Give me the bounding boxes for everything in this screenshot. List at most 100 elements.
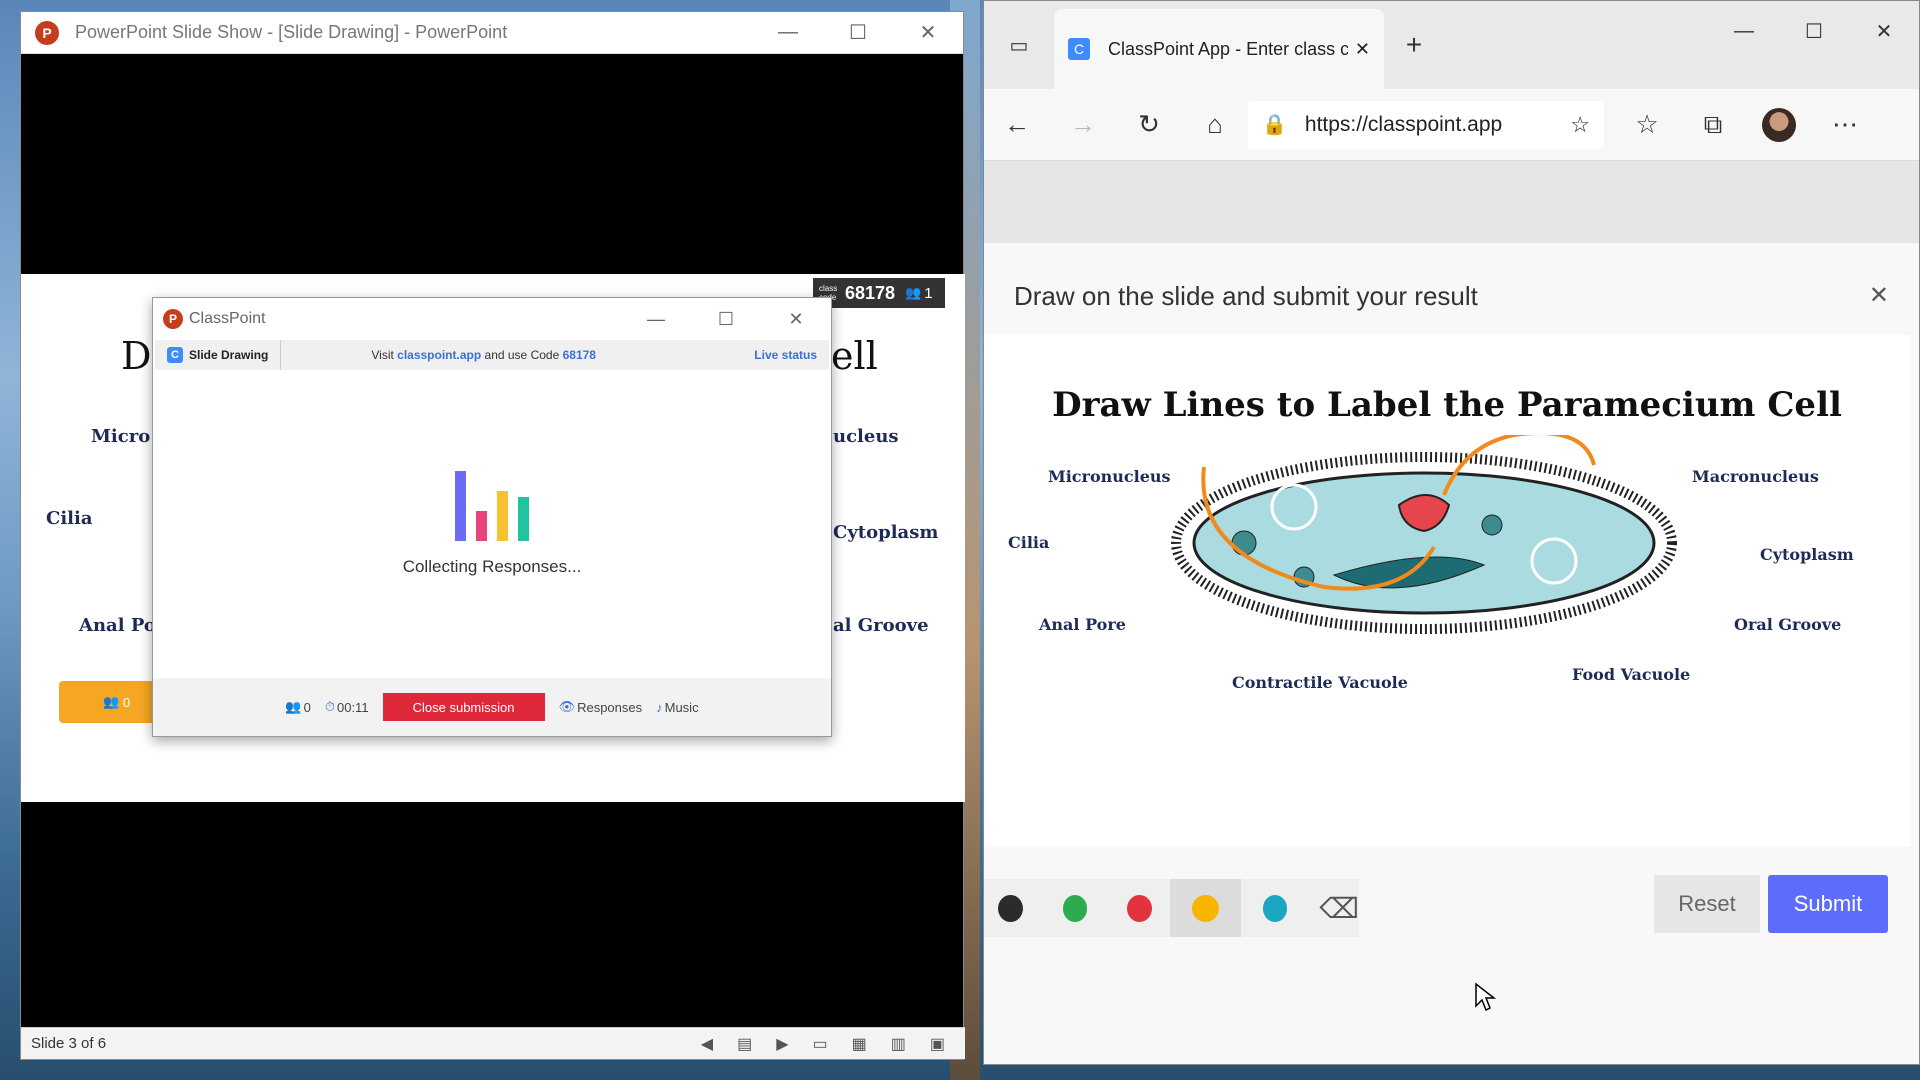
minimize-button[interactable]: —: [753, 12, 823, 53]
classpoint-logo-icon: P: [163, 309, 183, 329]
chart-bar: [476, 510, 487, 541]
reset-button[interactable]: Reset: [1654, 875, 1760, 933]
refresh-icon[interactable]: ↻: [1116, 109, 1182, 140]
back-arrow-icon[interactable]: ←: [984, 109, 1050, 140]
add-favorite-icon[interactable]: ☆: [1570, 112, 1590, 138]
ppt-titlebar: P PowerPoint Slide Show - [Slide Drawing…: [21, 12, 963, 54]
home-icon[interactable]: ⌂: [1182, 109, 1248, 140]
browser-window: ▭ C ClassPoint App - Enter class code ✕ …: [983, 0, 1920, 1065]
slideshow-icon[interactable]: ▣: [930, 1034, 945, 1054]
favorites-icon[interactable]: ☆: [1614, 109, 1680, 140]
paramecium-illustration: [1171, 435, 1677, 634]
ppt-status-bar: Slide 3 of 6 ◀ ▤ ▶ ▭ ▦ ▥ ▣: [21, 1027, 965, 1059]
close-submission-button[interactable]: Close submission: [382, 693, 545, 721]
url-text[interactable]: https://classpoint.app: [1305, 113, 1502, 137]
tab-close-icon[interactable]: ✕: [1355, 39, 1370, 60]
browser-tab-strip: ▭ C ClassPoint App - Enter class code ✕ …: [984, 1, 1919, 89]
close-button[interactable]: ✕: [761, 298, 831, 340]
visit-prefix: Visit: [371, 348, 394, 362]
color-swatch-green[interactable]: [1062, 894, 1088, 922]
web-page: Draw on the slide and submit your result…: [984, 161, 1919, 1064]
new-tab-button[interactable]: +: [1384, 1, 1444, 89]
previous-slide-icon[interactable]: ◀: [701, 1034, 713, 1054]
participants-count: 1: [924, 284, 933, 302]
live-status-link[interactable]: Live status: [754, 348, 817, 362]
browser-toolbar: ← → ↻ ⌂ 🔒 https://classpoint.app ☆ ☆ ⧉ ⋯: [984, 89, 1919, 161]
submit-button[interactable]: Submit: [1768, 875, 1888, 933]
classpoint-titlebar: P ClassPoint — ☐ ✕: [153, 298, 831, 340]
slide-label-cytoplasm: Cytoplasm: [833, 522, 939, 543]
chart-bar: [518, 496, 529, 541]
classpoint-title: ClassPoint: [189, 310, 266, 327]
responses-toggle[interactable]: Responses: [577, 700, 642, 715]
slide-sorter-icon[interactable]: ▦: [852, 1034, 867, 1054]
close-button[interactable]: ✕: [1849, 1, 1919, 61]
maximize-button[interactable]: ☐: [691, 298, 761, 340]
forward-arrow-icon[interactable]: →: [1050, 109, 1116, 140]
minimize-button[interactable]: —: [621, 298, 691, 340]
tab-title: ClassPoint App - Enter class code: [1108, 38, 1348, 59]
color-swatch-red[interactable]: [1127, 894, 1152, 922]
reading-view-icon[interactable]: ▥: [891, 1034, 906, 1054]
music-toggle[interactable]: Music: [665, 700, 699, 715]
tab-slide-drawing[interactable]: C Slide Drawing: [155, 340, 282, 370]
music-note-icon[interactable]: ♪: [656, 700, 663, 715]
address-bar[interactable]: 🔒 https://classpoint.app ☆: [1248, 100, 1604, 149]
profile-button[interactable]: [1746, 107, 1812, 142]
timer-icon: ⏱: [324, 699, 335, 714]
class-code-tag: class code 68178 👥 1: [813, 278, 945, 308]
slide-label-macronucleus: ucleus: [833, 426, 899, 447]
color-swatch-yellow[interactable]: [1191, 894, 1219, 922]
color-swatch-teal[interactable]: [1262, 894, 1288, 922]
slide-label-cilia: Cilia: [46, 508, 93, 529]
drawing-toolbar: ⌫: [984, 879, 1359, 937]
slide-menu-icon[interactable]: ▤: [737, 1034, 752, 1054]
close-button[interactable]: ✕: [893, 12, 963, 53]
tab-actions-icon[interactable]: ▭: [984, 1, 1054, 89]
modal-close-icon[interactable]: ✕: [1869, 281, 1889, 310]
join-instructions: Visit classpoint.app and use Code 68178: [371, 348, 596, 362]
collections-icon[interactable]: ⧉: [1680, 109, 1746, 141]
mouse-cursor-icon: [1475, 982, 1496, 1012]
slide-title: Draw Lines to Label the Paramecium Cell: [1052, 385, 1842, 425]
more-options-icon[interactable]: ⋯: [1812, 109, 1878, 140]
browser-tab-classpoint[interactable]: C ClassPoint App - Enter class code ✕: [1054, 9, 1384, 89]
class-code: 68178: [845, 282, 896, 303]
label-anal-pore: Anal Pore: [1039, 615, 1126, 634]
lock-icon: 🔒: [1262, 114, 1287, 136]
slide-label-micronucleus: Micro: [91, 426, 151, 447]
drawing-canvas[interactable]: Draw Lines to Label the Paramecium Cell …: [984, 335, 1910, 847]
next-slide-icon[interactable]: ▶: [776, 1034, 788, 1054]
collecting-status: Collecting Responses...: [402, 556, 582, 576]
chart-bar: [455, 470, 466, 541]
participants-icon: 👥: [905, 285, 922, 300]
normal-view-icon[interactable]: ▭: [813, 1034, 828, 1054]
visit-code: 68178: [562, 348, 596, 362]
minimize-button[interactable]: —: [1709, 1, 1779, 61]
color-swatch-selected[interactable]: [1169, 879, 1241, 937]
visit-site-link[interactable]: classpoint.app: [397, 348, 481, 362]
eraser-icon[interactable]: ⌫: [1319, 892, 1359, 925]
powerpoint-logo-icon: P: [35, 20, 59, 45]
classpoint-footer: 👥 0 ⏱ 00:11 Close submission 👁 Responses…: [153, 678, 831, 736]
label-contractile-vacuole: Contractile Vacuole: [1232, 673, 1408, 692]
label-oral-groove: Oral Groove: [1734, 615, 1842, 634]
classpoint-body: Collecting Responses...: [153, 370, 831, 675]
timer: 00:11: [336, 699, 369, 715]
label-macronucleus: Macronucleus: [1692, 467, 1819, 486]
maximize-button[interactable]: ☐: [823, 12, 893, 53]
slide-title-fragment: D: [121, 334, 152, 378]
maximize-button[interactable]: ☐: [1779, 1, 1849, 61]
participants-icon: 👥: [103, 694, 123, 709]
slide-label-anal-pore: Anal Po: [79, 615, 156, 636]
label-cytoplasm: Cytoplasm: [1760, 545, 1854, 564]
response-count: 0: [122, 694, 131, 710]
classpoint-c-icon: C: [167, 347, 183, 363]
classpoint-dialog: P ClassPoint — ☐ ✕ C Slide Drawing Visit…: [152, 297, 832, 737]
participants-icon: 👥: [285, 699, 302, 714]
color-swatch-black[interactable]: [998, 894, 1023, 922]
ppt-window-title: PowerPoint Slide Show - [Slide Drawing] …: [75, 22, 508, 42]
classpoint-toolbar: C Slide Drawing Visit classpoint.app and…: [155, 340, 829, 370]
eye-icon[interactable]: 👁: [559, 699, 576, 715]
label-food-vacuole: Food Vacuole: [1572, 665, 1691, 684]
